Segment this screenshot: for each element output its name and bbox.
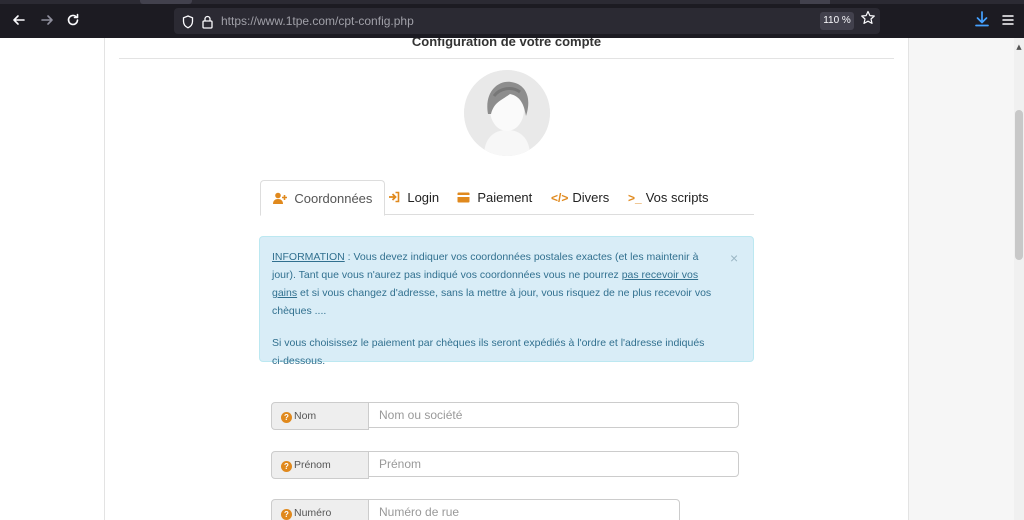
back-button[interactable] xyxy=(9,10,29,30)
user-plus-icon xyxy=(273,192,290,206)
tab-label: Paiement xyxy=(477,190,533,205)
active-tab[interactable] xyxy=(140,0,192,4)
tab-coordonnees[interactable]: Coordonnées xyxy=(260,180,386,216)
tab-label: Login xyxy=(407,190,440,205)
divider xyxy=(119,58,894,59)
tab-label: Coordonnées xyxy=(294,191,373,206)
sign-in-icon xyxy=(388,191,403,205)
url-text[interactable]: https://www.1tpe.com/cpt-config.php xyxy=(221,14,414,28)
hamburger-menu-icon[interactable] xyxy=(998,10,1018,30)
tab-paiement[interactable]: Paiement xyxy=(457,180,532,214)
question-circle-icon[interactable]: ? xyxy=(281,412,292,423)
zoom-level-badge[interactable]: 110 % xyxy=(820,12,854,30)
tab-label: Divers xyxy=(572,190,610,205)
prenom-input[interactable] xyxy=(368,451,739,477)
tab-label: Vos scripts xyxy=(645,190,709,205)
tab-login[interactable]: Login xyxy=(388,180,439,214)
reload-icon xyxy=(67,13,79,26)
default-avatar-icon xyxy=(464,70,550,156)
nom-input[interactable] xyxy=(368,402,739,428)
alert-info-label: INFORMATION xyxy=(272,251,345,263)
alert-paragraph-2: Si vous choisissez le paiement par chèqu… xyxy=(272,337,705,367)
scroll-up-arrow-icon[interactable]: ▲ xyxy=(1015,43,1023,51)
field-label-text: Prénom xyxy=(294,459,331,471)
config-card: Configuration de votre compte Coordonnée… xyxy=(104,38,909,520)
field-label-text: Nom xyxy=(294,410,317,422)
terminal-icon: >_ xyxy=(628,191,642,205)
numero-input[interactable] xyxy=(368,499,680,520)
url-path: /cpt-config.php xyxy=(335,14,414,28)
scrollbar-thumb[interactable] xyxy=(1015,110,1023,260)
address-bar[interactable]: https://www.1tpe.com/cpt-config.php 110 … xyxy=(174,8,880,34)
tab-divers[interactable]: </> Divers xyxy=(551,180,609,214)
forward-button[interactable] xyxy=(37,10,57,30)
close-icon[interactable]: × xyxy=(730,249,738,267)
alert-text: INFORMATION : Vous devez indiquer vos co… xyxy=(272,248,712,370)
web-page: Configuration de votre compte Coordonnée… xyxy=(0,38,1024,520)
avatar xyxy=(464,70,550,156)
browser-toolbar: https://www.1tpe.com/cpt-config.php 110 … xyxy=(0,0,1024,38)
shield-icon[interactable] xyxy=(182,14,194,33)
question-circle-icon[interactable]: ? xyxy=(281,509,292,520)
tab-vos-scripts[interactable]: >_ Vos scripts xyxy=(628,180,709,214)
url-host: https://www.1tpe.com xyxy=(221,14,336,28)
tab-bar: Coordonnées Login Paiement </> Divers >_ V… xyxy=(260,180,754,216)
browser-tab[interactable] xyxy=(800,0,830,4)
question-circle-icon[interactable]: ? xyxy=(281,461,292,472)
alert-text-part2: et si vous changez d'adresse, sans la me… xyxy=(272,287,712,317)
arrow-right-icon xyxy=(41,15,53,25)
star-icon[interactable] xyxy=(860,10,876,30)
field-label: ? Prénom xyxy=(271,451,369,479)
information-alert: INFORMATION : Vous devez indiquer vos co… xyxy=(259,236,754,367)
page-title: Configuration de votre compte xyxy=(411,38,602,49)
field-label: ? Numéro xyxy=(271,499,369,520)
field-label-text: Numéro xyxy=(294,507,332,519)
code-icon: </> xyxy=(551,191,569,205)
page-background xyxy=(907,38,1024,520)
vertical-scrollbar[interactable]: ▲ xyxy=(1014,38,1024,520)
reload-button[interactable] xyxy=(63,10,83,30)
lock-icon[interactable] xyxy=(202,14,213,33)
download-icon[interactable] xyxy=(972,9,992,29)
arrow-left-icon xyxy=(13,15,25,25)
numero-field: ? Numéro xyxy=(271,499,681,520)
nom-field: ? Nom xyxy=(271,402,741,430)
prenom-field: ? Prénom xyxy=(271,451,741,479)
credit-card-icon xyxy=(457,191,473,205)
field-label: ? Nom xyxy=(271,402,369,430)
